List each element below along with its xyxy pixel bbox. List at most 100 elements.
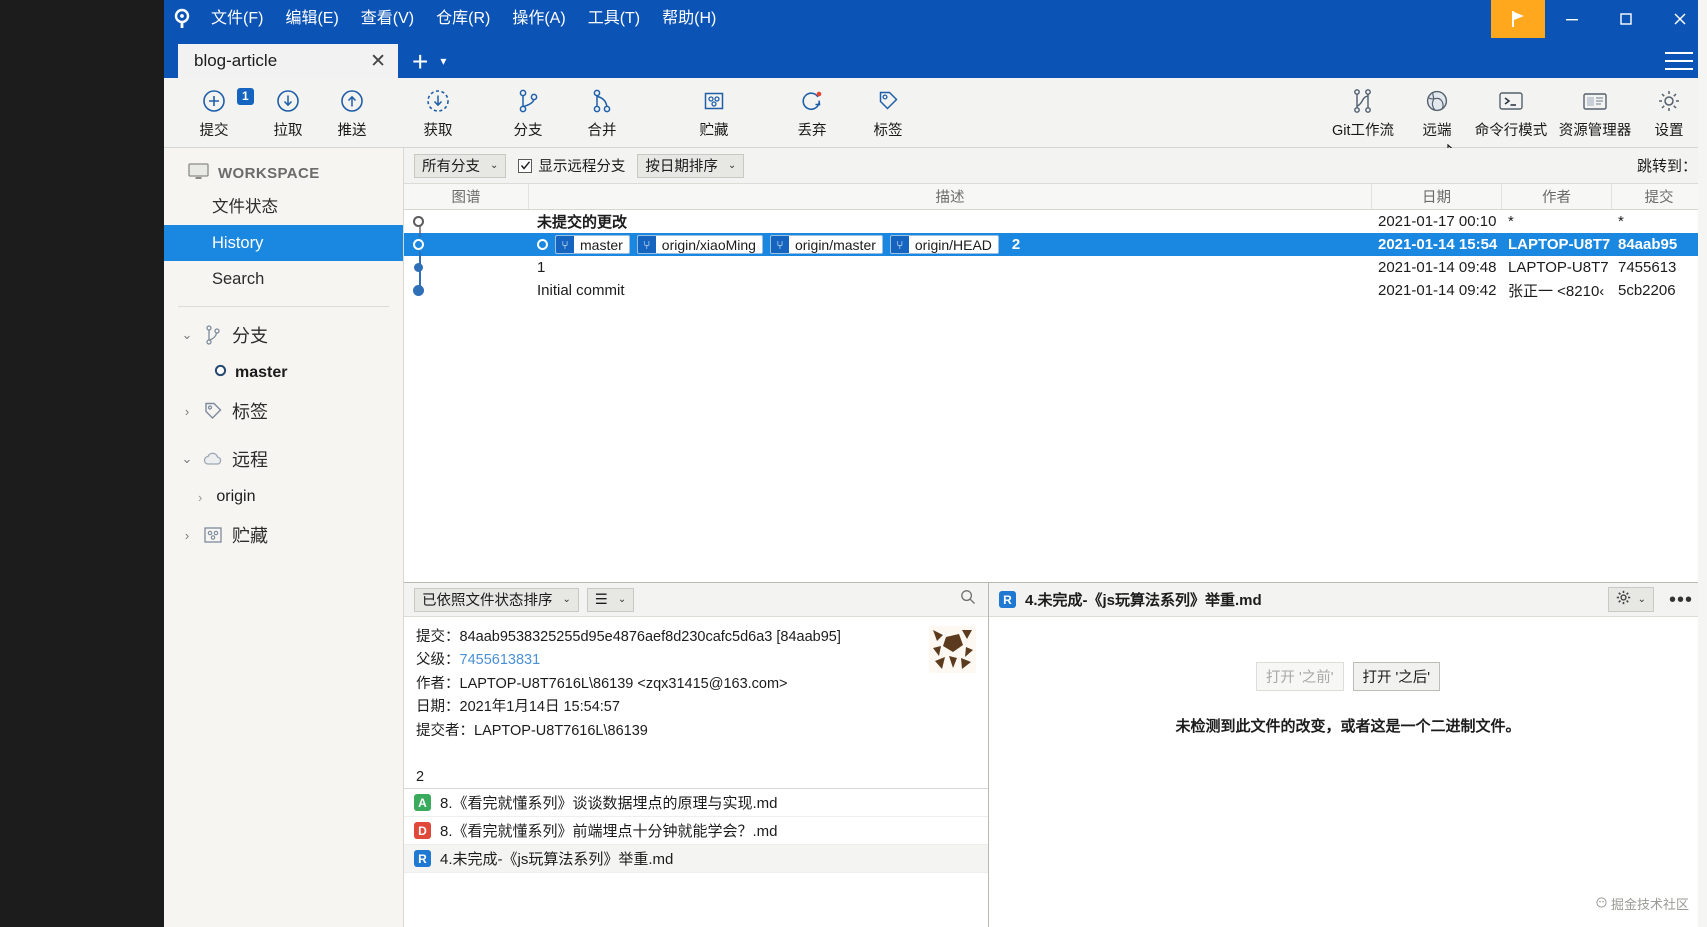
hamburger-menu-icon[interactable] xyxy=(1665,50,1693,72)
discard-icon xyxy=(799,86,825,116)
diff-settings-button[interactable]: ⌄ xyxy=(1607,587,1654,612)
column-header-commit[interactable]: 提交 xyxy=(1612,184,1707,209)
ref-chip-origin-xiaoming[interactable]: ⑂ origin/xiaoMing xyxy=(636,235,763,254)
new-tab-button[interactable]: + xyxy=(398,48,438,78)
pull-button[interactable]: 拉取 xyxy=(256,80,320,146)
diff-file-name: 4.未完成-《js玩算法系列》举重.md xyxy=(1025,592,1262,609)
watermark-text: 掘金技术社区 xyxy=(1610,897,1689,912)
file-name: 8.《看完就懂系列》前端埋点十分钟就能学会？.md xyxy=(440,823,778,840)
explorer-button[interactable]: 资源管理器 xyxy=(1553,80,1637,146)
ref-chip-origin-master[interactable]: ⑂ origin/master xyxy=(769,235,883,254)
table-row[interactable]: 1 2021-01-14 09:48 LAPTOP-U8T7 7455613 xyxy=(404,256,1707,279)
branch-filter-select[interactable]: 所有分支 ⌄ xyxy=(414,153,507,178)
settings-button[interactable]: 设置 xyxy=(1637,80,1701,146)
diff-content: 打开 '之前' 打开 '之后' 未检测到此文件的改变，或者这是一个二进制文件。 xyxy=(989,617,1707,927)
ref-chip-origin-head[interactable]: ⑂ origin/HEAD xyxy=(889,235,999,254)
sidebar-remote-origin[interactable]: › origin xyxy=(164,483,403,511)
remote-button-label: 远端 xyxy=(1422,122,1452,139)
tab-blog-article[interactable]: blog-article ✕ xyxy=(178,44,398,78)
metadata-row: 日期： 2021年1月14日 15:54:57 xyxy=(416,696,976,719)
stash-button[interactable]: 贮藏 xyxy=(682,80,746,146)
fetch-button[interactable]: 获取 xyxy=(406,80,470,146)
commit-button[interactable]: 1 提交 xyxy=(182,80,254,146)
sidebar-group-stashes[interactable]: › 贮藏 xyxy=(164,511,403,559)
tab-list-chevron-down-icon[interactable]: ▾ xyxy=(438,54,454,78)
list-item[interactable]: D 8.《看完就懂系列》前端埋点十分钟就能学会？.md xyxy=(404,817,988,845)
sidebar-branch-master-label: master xyxy=(235,364,288,382)
chevron-right-icon[interactable]: › xyxy=(198,490,202,505)
commit-author: * xyxy=(1508,213,1514,230)
identicon-avatar xyxy=(929,626,976,673)
commit-author: LAPTOP-U8T7 xyxy=(1508,236,1611,253)
search-icon[interactable] xyxy=(960,589,976,610)
merge-button[interactable]: 合并 xyxy=(570,80,634,146)
terminal-icon xyxy=(1497,86,1525,116)
chevron-right-icon[interactable]: › xyxy=(180,404,194,419)
maximize-icon[interactable] xyxy=(1599,0,1653,38)
flag-icon[interactable] xyxy=(1491,0,1545,38)
discard-button[interactable]: 丢弃 xyxy=(780,80,844,146)
column-header-date[interactable]: 日期 xyxy=(1372,184,1502,209)
chevron-right-icon[interactable]: › xyxy=(180,528,194,543)
push-button-label: 推送 xyxy=(337,122,367,139)
fetch-button-label: 获取 xyxy=(423,122,453,139)
chevron-down-icon[interactable]: ⌄ xyxy=(180,327,194,343)
sidebar-branch-master[interactable]: master xyxy=(164,359,403,387)
sidebar-group-remotes[interactable]: ⌄ 远程 xyxy=(164,435,403,483)
minimize-icon[interactable] xyxy=(1545,0,1599,38)
sidebar: WORKSPACE 文件状态 History Search ⌄ 分支 maste… xyxy=(164,148,404,927)
open-before-button[interactable]: 打开 '之前' xyxy=(1255,662,1344,691)
discard-button-label: 丢弃 xyxy=(797,122,827,139)
sidebar-group-tags[interactable]: › 标签 xyxy=(164,387,403,435)
column-header-author[interactable]: 作者 xyxy=(1502,184,1612,209)
tab-close-icon[interactable]: ✕ xyxy=(370,52,386,71)
sidebar-group-branches[interactable]: ⌄ 分支 xyxy=(164,311,403,359)
diff-scrollbar[interactable] xyxy=(1698,0,1707,927)
table-row[interactable]: Initial commit 2021-01-14 09:42 张正一 <821… xyxy=(404,279,1707,302)
branch-chip-icon: ⑂ xyxy=(556,236,574,253)
git-flow-button[interactable]: Git工作流 xyxy=(1321,80,1405,146)
sort-order-select[interactable]: 按日期排序 ⌄ xyxy=(637,153,745,178)
ref-chip-master[interactable]: ⑂ master xyxy=(555,235,630,254)
menu-help[interactable]: 帮助(H) xyxy=(651,7,727,31)
more-options-icon[interactable]: ••• xyxy=(1663,590,1699,610)
list-item[interactable]: R 4.未完成-《js玩算法系列》举重.md xyxy=(404,845,988,873)
column-header-description[interactable]: 描述 xyxy=(529,184,1372,209)
table-row[interactable]: ⑂ master ⑂ origin/xiaoMing ⑂ origin/mast… xyxy=(404,233,1707,256)
list-item[interactable]: A 8.《看完就懂系列》谈谈数据埋点的原理与实现.md xyxy=(404,789,988,817)
view-mode-select[interactable]: ☰ ⌄ xyxy=(586,587,635,612)
menu-actions[interactable]: 操作(A) xyxy=(501,7,576,31)
file-name: 8.《看完就懂系列》谈谈数据埋点的原理与实现.md xyxy=(440,795,778,812)
terminal-button[interactable]: 命令行模式 xyxy=(1469,80,1553,146)
table-row[interactable]: 未提交的更改 2021-01-17 00:10 * * xyxy=(404,210,1707,233)
sidebar-item-search[interactable]: Search xyxy=(164,261,403,297)
sidebar-item-file-status[interactable]: 文件状态 xyxy=(164,189,403,225)
changed-file-list: A 8.《看完就懂系列》谈谈数据埋点的原理与实现.md D 8.《看完就懂系列》… xyxy=(404,789,988,927)
main-body: WORKSPACE 文件状态 History Search ⌄ 分支 maste… xyxy=(164,0,1707,927)
push-button[interactable]: 推送 xyxy=(320,80,384,146)
branch-button-label: 分支 xyxy=(513,122,543,139)
column-header-graph[interactable]: 图谱 xyxy=(404,184,529,209)
sidebar-group-stashes-label: 贮藏 xyxy=(232,526,268,547)
tag-button[interactable]: 标签 xyxy=(856,80,920,146)
explorer-icon xyxy=(1581,86,1609,116)
menu-tools[interactable]: 工具(T) xyxy=(577,7,651,31)
parent-commit-link[interactable]: 7455613831 xyxy=(460,649,541,672)
menu-view[interactable]: 查看(V) xyxy=(350,7,425,31)
open-after-button[interactable]: 打开 '之后' xyxy=(1352,662,1441,691)
menu-edit[interactable]: 编辑(E) xyxy=(274,7,349,31)
branch-button[interactable]: 分支 xyxy=(496,80,560,146)
commit-table-body: 未提交的更改 2021-01-17 00:10 * * ⑂ master ⑂ o… xyxy=(404,210,1707,582)
menu-file[interactable]: 文件(F) xyxy=(200,7,274,31)
show-remote-branches-checkbox[interactable]: 显示远程分支 xyxy=(518,155,625,176)
menu-repository[interactable]: 仓库(R) xyxy=(425,7,501,31)
sidebar-item-history[interactable]: History xyxy=(164,225,403,262)
graph-node-icon xyxy=(414,263,423,272)
file-sort-select[interactable]: 已依照文件状态排序 ⌄ xyxy=(414,587,579,612)
head-marker-icon xyxy=(537,239,548,250)
remote-button[interactable]: 远端 xyxy=(1405,80,1469,146)
commit-hash: 84aab95 xyxy=(1618,236,1678,253)
chevron-down-icon[interactable]: ⌄ xyxy=(180,451,194,467)
commit-description-cell: Initial commit xyxy=(529,282,1372,299)
branch-chip-icon: ⑂ xyxy=(890,236,909,253)
